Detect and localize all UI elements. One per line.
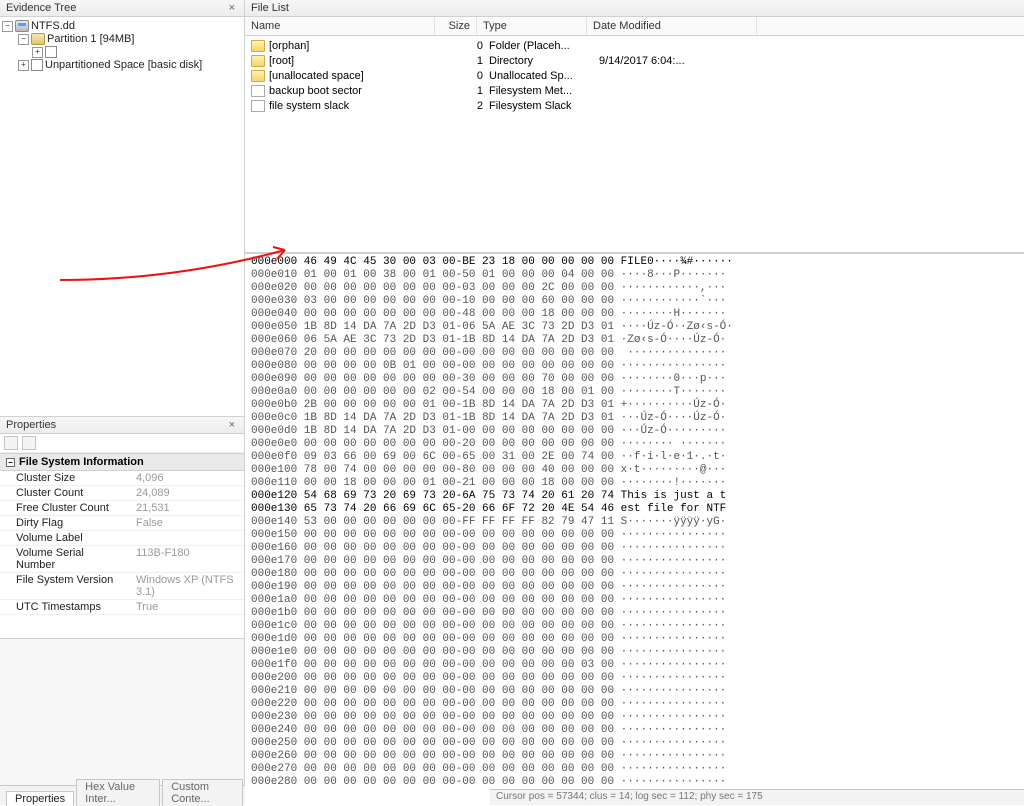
- file-list-header[interactable]: Name Size Type Date Modified: [245, 17, 1024, 36]
- properties-row[interactable]: Cluster Count24,089: [0, 486, 244, 501]
- file-date: 9/14/2017 6:04:...: [599, 55, 769, 67]
- col-type[interactable]: Type: [477, 17, 587, 35]
- file-size: 0: [447, 70, 489, 82]
- properties-toolbar-btn[interactable]: [22, 436, 36, 450]
- file-name: backup boot sector: [269, 85, 447, 97]
- properties-group-header[interactable]: − File System Information: [0, 453, 244, 471]
- folder-icon: [251, 40, 265, 52]
- properties-group-title: File System Information: [19, 456, 144, 468]
- properties-row[interactable]: Volume Label: [0, 531, 244, 546]
- property-value: 4,096: [130, 471, 244, 485]
- property-key: Cluster Size: [0, 471, 130, 485]
- property-key: File System Version: [0, 573, 130, 599]
- collapse-icon[interactable]: −: [18, 34, 29, 45]
- node-icon: [45, 46, 57, 58]
- properties-row[interactable]: Volume Serial Number113B-F180: [0, 546, 244, 573]
- file-size: 0: [447, 40, 489, 52]
- file-icon: [251, 85, 265, 97]
- tab-hex-value[interactable]: Hex Value Inter...: [76, 779, 160, 806]
- properties-row[interactable]: Free Cluster Count21,531: [0, 501, 244, 516]
- file-name: [root]: [269, 55, 447, 67]
- tree-node-root[interactable]: − NTFS.dd: [2, 20, 242, 33]
- col-size[interactable]: Size: [435, 17, 477, 35]
- properties-row[interactable]: UTC TimestampsTrue: [0, 600, 244, 615]
- col-name[interactable]: Name: [245, 17, 435, 35]
- expand-icon[interactable]: +: [18, 60, 29, 71]
- property-key: Free Cluster Count: [0, 501, 130, 515]
- tree-node-partition[interactable]: − Partition 1 [94MB]: [2, 33, 242, 46]
- drive-icon: [15, 20, 29, 32]
- tree-node-child[interactable]: +: [2, 46, 242, 59]
- properties-toolbar-btn[interactable]: [4, 436, 18, 450]
- property-key: Dirty Flag: [0, 516, 130, 530]
- properties-row[interactable]: File System VersionWindows XP (NTFS 3.1): [0, 573, 244, 600]
- properties-row[interactable]: Dirty FlagFalse: [0, 516, 244, 531]
- tree-label: NTFS.dd: [31, 20, 75, 32]
- property-value: 24,089: [130, 486, 244, 500]
- file-row[interactable]: file system slack2Filesystem Slack: [245, 98, 1024, 113]
- tab-custom-content[interactable]: Custom Conte...: [162, 779, 243, 806]
- file-icon: [251, 100, 265, 112]
- property-value: True: [130, 600, 244, 614]
- hex-viewer[interactable]: 000e000 46 49 4C 45 30 00 03 00-BE 23 18…: [245, 253, 1024, 805]
- status-bar: Cursor pos = 57344; clus = 14; log sec =…: [490, 789, 1024, 805]
- tab-properties[interactable]: Properties: [6, 791, 74, 806]
- collapse-icon[interactable]: −: [6, 458, 15, 467]
- file-type: Folder (Placeh...: [489, 40, 599, 52]
- property-value: 113B-F180: [130, 546, 244, 572]
- file-row[interactable]: [orphan]0Folder (Placeh...: [245, 38, 1024, 53]
- file-row[interactable]: backup boot sector1Filesystem Met...: [245, 83, 1024, 98]
- file-name: [orphan]: [269, 40, 447, 52]
- properties-title: Properties: [6, 419, 56, 431]
- expand-icon[interactable]: +: [32, 47, 43, 58]
- folder-icon: [251, 70, 265, 82]
- property-value: False: [130, 516, 244, 530]
- file-name: file system slack: [269, 100, 447, 112]
- properties-table: Cluster Size4,096Cluster Count24,089Free…: [0, 471, 244, 638]
- partition-icon: [31, 33, 45, 45]
- evidence-tree-close-icon[interactable]: ×: [226, 2, 238, 14]
- file-row[interactable]: [root]1Directory9/14/2017 6:04:...: [245, 53, 1024, 68]
- property-value: 21,531: [130, 501, 244, 515]
- file-row[interactable]: [unallocated space]0Unallocated Sp...: [245, 68, 1024, 83]
- evidence-tree[interactable]: − NTFS.dd − Partition 1 [94MB] + + Unpar…: [0, 17, 244, 75]
- properties-row[interactable]: Cluster Size4,096: [0, 471, 244, 486]
- property-key: Volume Label: [0, 531, 130, 545]
- file-size: 1: [447, 85, 489, 97]
- bottom-tab-bar: Properties Hex Value Inter... Custom Con…: [0, 785, 245, 805]
- file-type: Filesystem Met...: [489, 85, 599, 97]
- properties-close-icon[interactable]: ×: [226, 419, 238, 431]
- file-size: 2: [447, 100, 489, 112]
- tree-label: Partition 1 [94MB]: [47, 33, 134, 45]
- folder-icon: [251, 55, 265, 67]
- evidence-tree-title: Evidence Tree: [6, 2, 76, 14]
- property-key: UTC Timestamps: [0, 600, 130, 614]
- properties-toolbar: [0, 434, 244, 453]
- file-list-body[interactable]: [orphan]0Folder (Placeh...[root]1Directo…: [245, 36, 1024, 252]
- property-key: Cluster Count: [0, 486, 130, 500]
- col-date[interactable]: Date Modified: [587, 17, 757, 35]
- file-type: Filesystem Slack: [489, 100, 599, 112]
- file-list-title: File List: [251, 2, 289, 14]
- tree-node-unpartitioned[interactable]: + Unpartitioned Space [basic disk]: [2, 59, 242, 72]
- file-size: 1: [447, 55, 489, 67]
- node-icon: [31, 59, 43, 71]
- property-value: Windows XP (NTFS 3.1): [130, 573, 244, 599]
- collapse-icon[interactable]: −: [2, 21, 13, 32]
- file-type: Unallocated Sp...: [489, 70, 599, 82]
- file-name: [unallocated space]: [269, 70, 447, 82]
- property-key: Volume Serial Number: [0, 546, 130, 572]
- file-type: Directory: [489, 55, 599, 67]
- property-value: [130, 531, 244, 545]
- tree-label: Unpartitioned Space [basic disk]: [45, 59, 202, 71]
